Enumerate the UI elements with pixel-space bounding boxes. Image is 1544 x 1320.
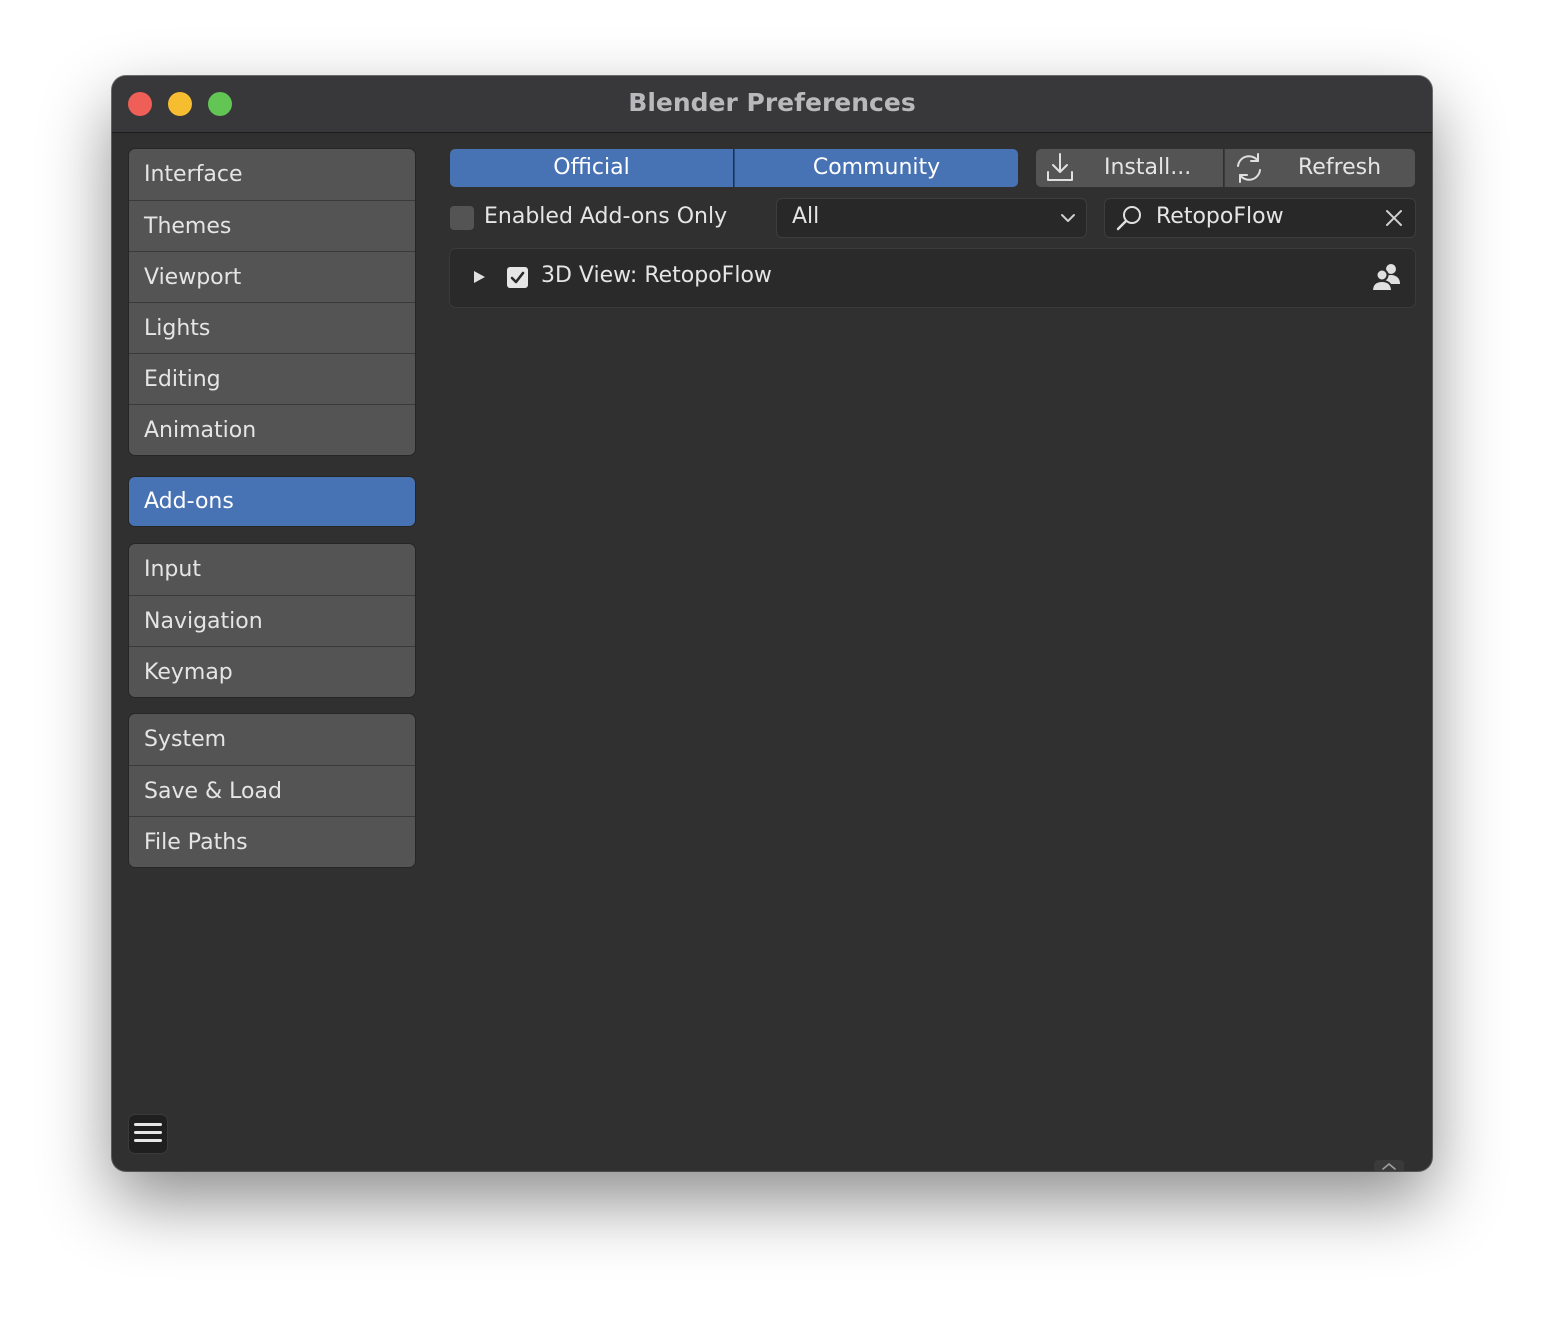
refresh-icon	[1237, 153, 1261, 183]
download-icon	[1047, 153, 1073, 181]
category-dropdown[interactable]: All	[777, 199, 1086, 237]
install-label: Install...	[1104, 155, 1192, 180]
nav-group-addons: Add-ons	[129, 477, 415, 526]
addon-enabled-checkbox[interactable]	[507, 267, 528, 288]
preferences-window: Blender Preferences Interface Themes Vie…	[112, 76, 1432, 1171]
sidebar-item-input[interactable]: Input	[129, 544, 415, 595]
preferences-menu-button[interactable]	[129, 1115, 167, 1153]
refresh-label: Refresh	[1298, 155, 1382, 180]
category-value: All	[792, 204, 820, 229]
clear-search-icon[interactable]	[1385, 209, 1403, 227]
enabled-only-checkbox[interactable]	[450, 206, 474, 230]
title-bar[interactable]: Blender Preferences	[112, 76, 1432, 133]
nav-group-system: System Save & Load File Paths	[129, 714, 415, 867]
search-field[interactable]: RetopoFlow	[1105, 199, 1415, 237]
nav-group-input: Input Navigation Keymap	[129, 544, 415, 697]
sidebar-item-lights[interactable]: Lights	[129, 302, 415, 353]
enabled-only-label[interactable]: Enabled Add-ons Only	[484, 204, 727, 229]
sidebar-item-interface[interactable]: Interface	[129, 149, 415, 200]
chevron-down-icon	[1061, 214, 1075, 222]
tab-community[interactable]: Community	[734, 149, 1018, 187]
sidebar-item-addons[interactable]: Add-ons	[129, 477, 415, 526]
addon-name[interactable]: 3D View: RetopoFlow	[541, 263, 772, 288]
install-button[interactable]: Install...	[1036, 149, 1223, 187]
sidebar-item-save-load[interactable]: Save & Load	[129, 765, 415, 816]
sidebar-item-animation[interactable]: Animation	[129, 404, 415, 455]
sidebar-item-system[interactable]: System	[129, 714, 415, 765]
chevron-up-icon	[1382, 1162, 1396, 1170]
search-value: RetopoFlow	[1156, 204, 1284, 229]
refresh-button[interactable]: Refresh	[1224, 149, 1415, 187]
search-icon	[1116, 206, 1141, 231]
community-icon	[1371, 264, 1400, 292]
nav-group-ui: Interface Themes Viewport Lights Editing…	[129, 149, 415, 455]
sidebar-item-keymap[interactable]: Keymap	[129, 646, 415, 697]
checkmark-icon	[510, 271, 525, 284]
sidebar-item-navigation[interactable]: Navigation	[129, 595, 415, 646]
tab-official[interactable]: Official	[450, 149, 733, 187]
sidebar-item-file-paths[interactable]: File Paths	[129, 816, 415, 867]
hamburger-icon	[134, 1123, 162, 1142]
window-title: Blender Preferences	[628, 88, 916, 117]
region-toggle[interactable]	[1374, 1160, 1404, 1171]
expand-arrow-icon[interactable]	[472, 270, 486, 284]
sidebar-item-editing[interactable]: Editing	[129, 353, 415, 404]
sidebar-item-themes[interactable]: Themes	[129, 200, 415, 251]
addon-row: 3D View: RetopoFlow	[450, 249, 1415, 307]
sidebar-item-viewport[interactable]: Viewport	[129, 251, 415, 302]
